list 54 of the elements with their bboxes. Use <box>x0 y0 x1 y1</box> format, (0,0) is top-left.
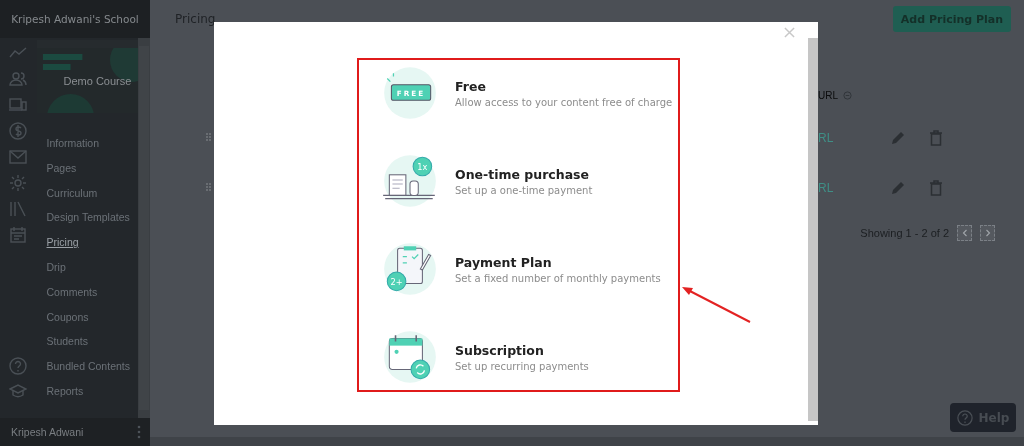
graduation-cap-icon[interactable] <box>9 382 28 400</box>
sidebar-item[interactable]: Bundled Contents <box>36 354 139 379</box>
previous-page-button[interactable] <box>957 225 972 241</box>
close-icon[interactable] <box>784 27 795 38</box>
next-page-button[interactable] <box>980 225 995 241</box>
devices-icon[interactable] <box>9 96 28 114</box>
delete-icon[interactable] <box>928 180 944 196</box>
chevron-left-icon <box>961 229 968 237</box>
option-title: One-time purchase <box>455 166 590 182</box>
pricing-option[interactable]: 2+ Payment Plan Set a fixed number of monthly payments <box>359 236 678 302</box>
url-link[interactable]: RL <box>818 131 890 145</box>
library-icon[interactable] <box>9 200 28 218</box>
drag-handle-icon[interactable] <box>206 183 212 193</box>
option-title: Subscription <box>455 342 545 358</box>
sidebar-item[interactable]: Drip <box>36 255 139 280</box>
people-icon[interactable] <box>9 70 28 88</box>
delete-icon[interactable] <box>928 130 944 146</box>
sidebar-item[interactable]: Information <box>36 131 139 156</box>
option-title: Free <box>455 78 487 94</box>
option-description: Set a fixed number of monthly payments <box>455 272 661 284</box>
drag-handle-icon[interactable] <box>206 133 212 143</box>
help-icon[interactable] <box>9 357 28 375</box>
sidebar-item[interactable]: Reports <box>36 378 139 404</box>
info-icon[interactable] <box>843 90 852 100</box>
help-icon <box>956 409 973 426</box>
scrollbar[interactable] <box>138 38 150 418</box>
sidebar-item[interactable]: Comments <box>36 279 139 305</box>
mail-icon[interactable] <box>9 148 28 166</box>
annotation-arrow <box>682 286 752 324</box>
column-header: URL <box>818 89 838 101</box>
option-title: Payment Plan <box>455 254 553 270</box>
more-icon[interactable] <box>137 425 141 439</box>
pricing-option[interactable]: Subscription Set up recurring payments <box>359 324 678 390</box>
edit-icon[interactable] <box>890 130 906 146</box>
sidebar-item[interactable]: Curriculum <box>36 180 139 206</box>
sidebar-item[interactable]: Design Templates <box>36 205 139 231</box>
option-description: Allow access to your content free of charge <box>455 96 673 108</box>
school-name: Kripesh Adwani's School <box>11 13 139 25</box>
option-description: Set up recurring payments <box>455 360 589 372</box>
scrollbar[interactable] <box>808 38 818 421</box>
sidebar-item[interactable]: Pages <box>36 155 139 181</box>
pricing-option[interactable]: 1x One-time purchase Set up a one-time payment <box>359 148 678 214</box>
sidebar-item[interactable]: Students <box>36 329 139 355</box>
sidebar-item[interactable]: Coupons <box>36 304 139 330</box>
user-name: Kripesh Adwani <box>11 426 84 438</box>
calendar-icon[interactable] <box>9 226 28 244</box>
option-description: Set up a one-time payment <box>455 184 593 196</box>
horizontal-scrollbar[interactable] <box>150 437 1024 446</box>
course-title: Demo Course <box>63 75 132 87</box>
sidebar-item[interactable]: Pricing <box>36 230 139 255</box>
edit-icon[interactable] <box>890 180 906 196</box>
url-link[interactable]: RL <box>818 181 890 195</box>
dollar-icon[interactable] <box>9 122 28 140</box>
chevron-right-icon <box>984 229 991 237</box>
